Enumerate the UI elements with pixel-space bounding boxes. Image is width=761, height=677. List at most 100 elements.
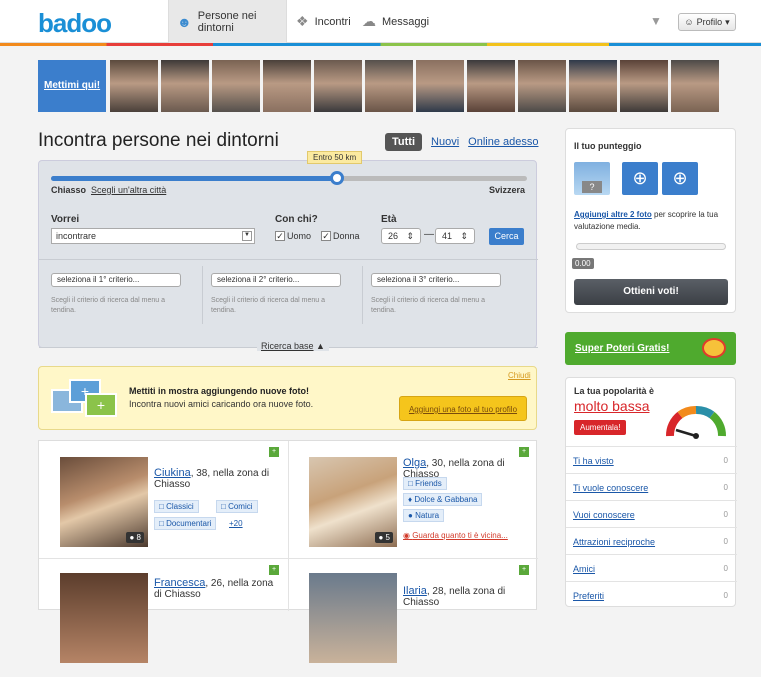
stat-label[interactable]: Amici — [573, 564, 595, 574]
close-link[interactable]: Chiudi — [508, 371, 531, 380]
popularity-value[interactable]: molto bassa — [574, 398, 649, 414]
profile-name-link[interactable]: Ciukina — [154, 467, 191, 479]
nav-people-nearby[interactable]: ☻ Persone nei dintorni — [168, 0, 287, 43]
profile-photo[interactable]: ● 5 — [309, 457, 397, 547]
profile-card[interactable]: + ● 5 Olga, 30, nella zona di Chiasso □ … — [289, 441, 538, 559]
stat-label[interactable]: Ti ha visto — [573, 456, 614, 466]
interest-tag[interactable]: ● Natura — [403, 509, 445, 522]
intent-select[interactable]: incontrare ▼ — [51, 228, 255, 244]
people-icon: ☻ — [177, 13, 192, 30]
profile-name-link[interactable]: Olga — [403, 457, 426, 469]
stat-label[interactable]: Ti vuole conoscere — [573, 483, 648, 493]
page-title: Incontra persone nei dintorni — [38, 130, 279, 151]
put-me-here-link[interactable]: Mettimi qui! — [38, 60, 106, 112]
stat-row[interactable]: Ti vuole conoscere 0 — [566, 473, 737, 500]
member-photo-thumb[interactable] — [161, 60, 209, 112]
stat-row[interactable]: Vuoi conoscere 0 — [566, 500, 737, 527]
profile-name-link[interactable]: Francesca — [154, 577, 205, 589]
distance-link[interactable]: ◉ Guarda quanto ti è vicina... — [403, 531, 508, 540]
member-photo-thumb[interactable] — [569, 60, 617, 112]
own-photo-thumb[interactable]: ? — [574, 162, 610, 195]
member-photo-thumb[interactable] — [620, 60, 668, 112]
stepper-icon: ⇕ — [460, 231, 468, 241]
member-photo-thumb[interactable] — [518, 60, 566, 112]
basic-search-toggle[interactable]: Ricerca base ▲ — [257, 341, 329, 351]
stat-label[interactable]: Vuoi conoscere — [573, 510, 635, 520]
plus-icon: ⊕ — [632, 168, 648, 188]
get-votes-button[interactable]: Ottieni voti! — [574, 279, 728, 305]
nav-label: Messaggi — [382, 15, 430, 28]
profile-card[interactable]: + Ilaria, 28, nella zona di Chiasso — [289, 559, 538, 677]
interest-tag[interactable]: □ Documentari — [154, 517, 217, 530]
profile-name-link[interactable]: Ilaria — [403, 585, 427, 597]
stat-label[interactable]: Attrazioni reciproche — [573, 537, 655, 547]
add-icon[interactable]: + — [519, 447, 529, 457]
criterion-3-select[interactable]: seleziona il 3° criterio... — [371, 273, 501, 287]
criterion-1-select[interactable]: seleziona il 1° criterio... — [51, 273, 181, 287]
distance-slider-fill — [51, 176, 337, 181]
increase-button[interactable]: Aumentala! — [574, 420, 627, 435]
member-photo-thumb[interactable] — [212, 60, 260, 112]
distance-slider[interactable] — [51, 171, 527, 185]
more-interests-link[interactable]: +20 — [229, 519, 243, 528]
popularity-panel: La tua popolarità è molto bassa Aumental… — [565, 377, 737, 608]
signal-icon[interactable]: ▼ — [650, 14, 662, 28]
member-photo-thumb[interactable] — [314, 60, 362, 112]
female-checkbox[interactable]: ✓ Donna — [321, 231, 360, 241]
add-photo-slot[interactable]: ⊕ — [622, 162, 658, 195]
interest-tag[interactable]: □ Classici — [154, 500, 199, 513]
profile-card[interactable]: + Francesca, 26, nella zona di Chiasso — [39, 559, 288, 677]
distance-slider-handle[interactable] — [329, 171, 344, 185]
badoo-logo[interactable]: badoo — [38, 8, 112, 39]
stat-label[interactable]: Preferiti — [573, 591, 604, 601]
interest-tag[interactable]: □ Comici — [216, 500, 258, 513]
stat-row[interactable]: Preferiti 0 — [566, 581, 737, 608]
photo-count-badge: ● 5 — [375, 532, 393, 543]
profile-button[interactable]: ☺ Profilo ▾ — [678, 13, 736, 31]
nav-messages[interactable]: ☁ Messaggi — [362, 0, 429, 43]
member-photo-thumb[interactable] — [263, 60, 311, 112]
profile-label: Profilo — [696, 17, 723, 27]
add-photo-slot[interactable]: ⊕ — [662, 162, 698, 195]
results-grid: + ● 8 Ciukina, 38, nella zona di Chiasso… — [38, 440, 538, 663]
photo-count-badge: ● 8 — [126, 532, 144, 543]
stat-row[interactable]: Amici 0 — [566, 554, 737, 581]
popularity-label: La tua popolarità è — [574, 386, 655, 396]
female-label: Donna — [333, 231, 360, 241]
member-photo-thumb[interactable] — [110, 60, 158, 112]
add-icon[interactable]: + — [519, 565, 529, 575]
interest-tag[interactable]: ♦ Dolce & Gabbana — [403, 493, 483, 506]
interest-tag[interactable]: □ Friends — [403, 477, 447, 490]
location-label: Chiasso — [51, 185, 87, 195]
profile-photo[interactable]: ● 8 — [60, 457, 148, 547]
criterion-2-select[interactable]: seleziona il 2° criterio... — [211, 273, 341, 287]
age-max-select[interactable]: 41 ⇕ — [435, 228, 475, 244]
nav-encounters[interactable]: ❖ Incontri — [296, 0, 351, 43]
super-powers-button[interactable]: Super Poteri Gratis! — [565, 332, 736, 365]
search-button[interactable]: Cerca — [489, 228, 524, 245]
tab-new[interactable]: Nuovi — [431, 136, 459, 148]
profile-photo[interactable] — [60, 573, 148, 663]
add-icon[interactable]: + — [269, 447, 279, 457]
member-photo-thumb[interactable] — [365, 60, 413, 112]
male-label: Uomo — [287, 231, 312, 241]
member-photo-thumb[interactable] — [671, 60, 719, 112]
photo-strip: Mettimi qui! — [38, 60, 728, 112]
tab-online-now[interactable]: Online adesso — [468, 136, 538, 148]
add-icon[interactable]: + — [269, 565, 279, 575]
stat-row[interactable]: Ti ha visto 0 — [566, 446, 737, 473]
stat-count: 0 — [723, 564, 728, 573]
male-checkbox[interactable]: ✓ Uomo — [275, 231, 311, 241]
chevron-down-icon: ▾ — [725, 16, 730, 27]
member-photo-thumb[interactable] — [467, 60, 515, 112]
tab-all[interactable]: Tutti — [385, 133, 423, 151]
profile-photo[interactable] — [309, 573, 397, 663]
choose-city-link[interactable]: Scegli un'altra città — [91, 185, 166, 195]
add-photo-button[interactable]: Aggiungi una foto al tuo profilo — [399, 396, 527, 421]
member-photo-thumb[interactable] — [416, 60, 464, 112]
stat-row[interactable]: Attrazioni reciproche 0 — [566, 527, 737, 554]
divider — [362, 266, 363, 324]
add-photos-link[interactable]: Aggiungi altre 2 foto — [574, 210, 652, 219]
age-min-select[interactable]: 26 ⇕ — [381, 228, 421, 244]
profile-card[interactable]: + ● 8 Ciukina, 38, nella zona di Chiasso… — [39, 441, 288, 559]
